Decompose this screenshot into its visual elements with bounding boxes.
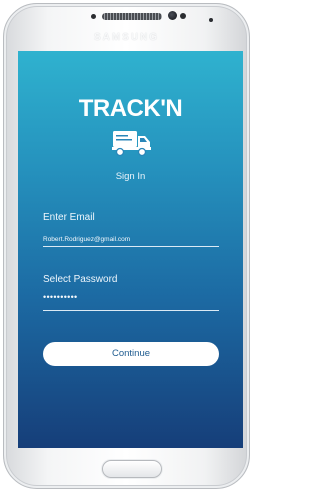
email-field[interactable]: Robert.Rodriguez@gmail.com [43, 236, 219, 243]
device-brand: SAMSUNG [93, 32, 160, 43]
email-underline [43, 246, 219, 247]
sensor-dot [91, 14, 96, 19]
continue-button[interactable]: Continue [43, 342, 219, 366]
proximity-sensor [180, 13, 186, 19]
app-logo: TRACK'N [78, 95, 183, 122]
home-button[interactable] [102, 460, 162, 478]
password-label: Select Password [43, 274, 118, 285]
truck-icon [112, 131, 151, 157]
notification-led [209, 18, 213, 22]
password-field[interactable]: •••••••••• [43, 292, 219, 302]
earpiece-speaker [102, 13, 162, 20]
email-label: Enter Email [43, 212, 95, 223]
password-underline [43, 310, 219, 311]
front-camera [168, 11, 177, 20]
phone-frame: SAMSUNG TRACK'N Sign In Enter Email Robe… [3, 3, 250, 489]
app-screen: TRACK'N Sign In Enter Email Robert.Rodri… [18, 51, 243, 448]
page-title: Sign In [115, 171, 146, 182]
